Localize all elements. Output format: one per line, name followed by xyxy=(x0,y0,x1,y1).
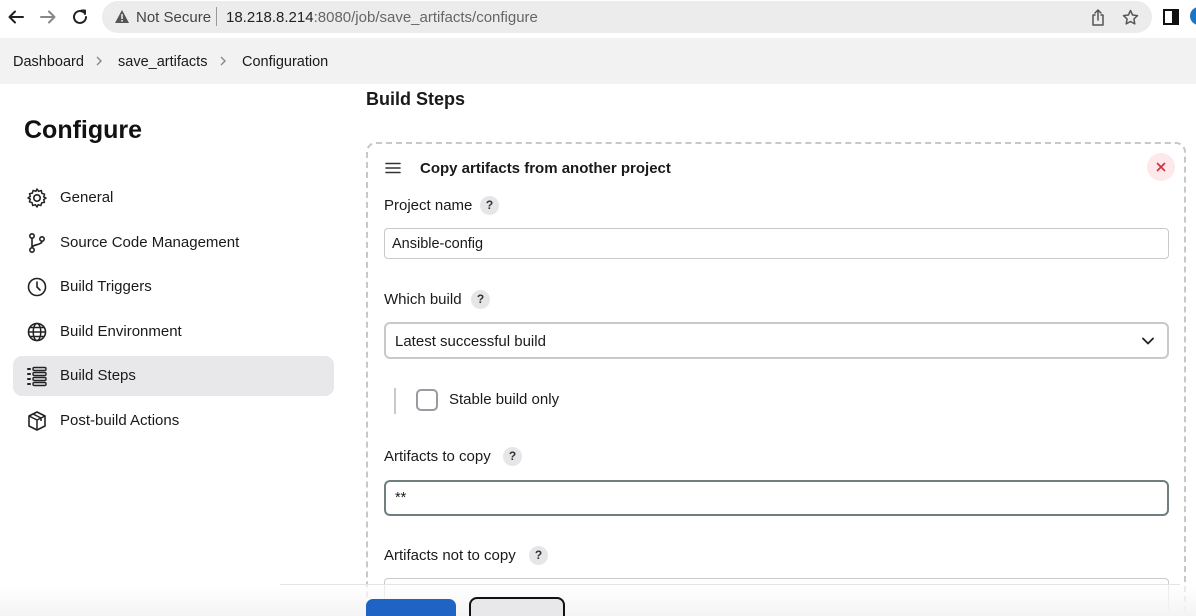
which-build-label: Which build xyxy=(384,291,462,308)
browser-toolbar: Not Secure 18.218.8.214:8080/job/save_ar… xyxy=(0,0,1196,34)
globe-icon xyxy=(27,322,47,342)
delete-step-button[interactable] xyxy=(1147,153,1175,181)
page-title: Configure xyxy=(24,116,143,144)
reload-button[interactable] xyxy=(69,6,91,28)
chevron-down-icon xyxy=(1142,337,1154,345)
url-host: 18.218.8.214 xyxy=(226,9,314,26)
apply-button[interactable]: Apply xyxy=(469,597,565,616)
back-button[interactable] xyxy=(5,6,27,28)
forward-button[interactable] xyxy=(37,6,59,28)
sidebar-item-general[interactable]: General xyxy=(13,178,334,218)
sidebar-item-label: Build Steps xyxy=(60,367,136,384)
clock-icon xyxy=(27,277,47,297)
warning-icon[interactable] xyxy=(114,9,130,24)
sidebar-item-build-triggers[interactable]: Build Triggers xyxy=(13,267,334,307)
stable-build-only-checkbox[interactable] xyxy=(416,389,438,411)
artifacts-to-copy-label: Artifacts to copy xyxy=(384,448,491,465)
which-build-select[interactable]: Latest successful build xyxy=(384,322,1169,359)
sidebar-item-build-environment[interactable]: Build Environment xyxy=(13,312,334,352)
artifacts-to-copy-input[interactable] xyxy=(384,480,1169,516)
which-build-value: Latest successful build xyxy=(395,333,546,350)
list-icon xyxy=(27,366,47,387)
gear-icon xyxy=(27,188,47,208)
bottom-bar-divider xyxy=(280,584,1180,585)
chevron-right-icon xyxy=(96,56,102,66)
help-icon[interactable]: ? xyxy=(471,290,490,309)
artifacts-not-to-copy-label: Artifacts not to copy xyxy=(384,547,516,564)
nested-option-rule xyxy=(394,388,396,414)
section-title: Build Steps xyxy=(366,89,466,109)
reload-icon xyxy=(73,9,87,24)
sidebar-item-post-build-actions[interactable]: Post-build Actions xyxy=(13,401,334,441)
drag-handle-icon[interactable] xyxy=(385,162,401,174)
branch-icon xyxy=(28,232,46,254)
breadcrumb-job[interactable]: save_artifacts xyxy=(118,54,207,70)
security-label[interactable]: Not Secure xyxy=(136,9,211,26)
sidebar-item-source-code-management[interactable]: Source Code Management xyxy=(13,223,334,263)
arrow-right-icon xyxy=(40,10,56,24)
sidebar-item-build-steps[interactable]: Build Steps xyxy=(13,356,334,396)
breadcrumb-configuration[interactable]: Configuration xyxy=(242,54,328,70)
arrow-left-icon xyxy=(8,10,24,24)
project-name-label: Project name xyxy=(384,197,473,214)
close-icon xyxy=(1156,162,1166,172)
package-icon xyxy=(28,411,46,431)
sidebar-item-label: Build Triggers xyxy=(60,278,152,295)
share-icon[interactable] xyxy=(1090,9,1106,26)
chevron-right-icon xyxy=(220,56,226,66)
profile-avatar[interactable] xyxy=(1190,7,1196,25)
save-button[interactable]: Save xyxy=(366,599,456,616)
url-text[interactable]: 18.218.8.214:8080/job/save_artifacts/con… xyxy=(226,9,538,26)
sidebar-item-label: Source Code Management xyxy=(60,234,240,251)
help-icon[interactable]: ? xyxy=(529,546,548,565)
sidebar-toggle-icon[interactable] xyxy=(1163,9,1179,25)
sidebar-item-label: Build Environment xyxy=(60,323,182,340)
bottom-action-bar xyxy=(0,585,1196,616)
breadcrumb: Dashboard save_artifacts Configuration xyxy=(0,38,1196,84)
help-icon[interactable]: ? xyxy=(480,196,499,215)
breadcrumb-dashboard[interactable]: Dashboard xyxy=(13,54,84,70)
help-icon[interactable]: ? xyxy=(503,447,522,466)
url-path: :8080/job/save_artifacts/configure xyxy=(313,9,538,26)
stable-build-only-label[interactable]: Stable build only xyxy=(449,391,559,408)
sidebar-item-label: General xyxy=(60,189,114,206)
build-step-title: Copy artifacts from another project xyxy=(420,160,671,177)
sidebar-item-label: Post-build Actions xyxy=(60,412,180,429)
address-bar[interactable]: Not Secure 18.218.8.214:8080/job/save_ar… xyxy=(102,1,1152,33)
star-icon[interactable] xyxy=(1122,9,1139,26)
project-name-input[interactable] xyxy=(384,228,1169,259)
url-divider xyxy=(216,7,217,26)
